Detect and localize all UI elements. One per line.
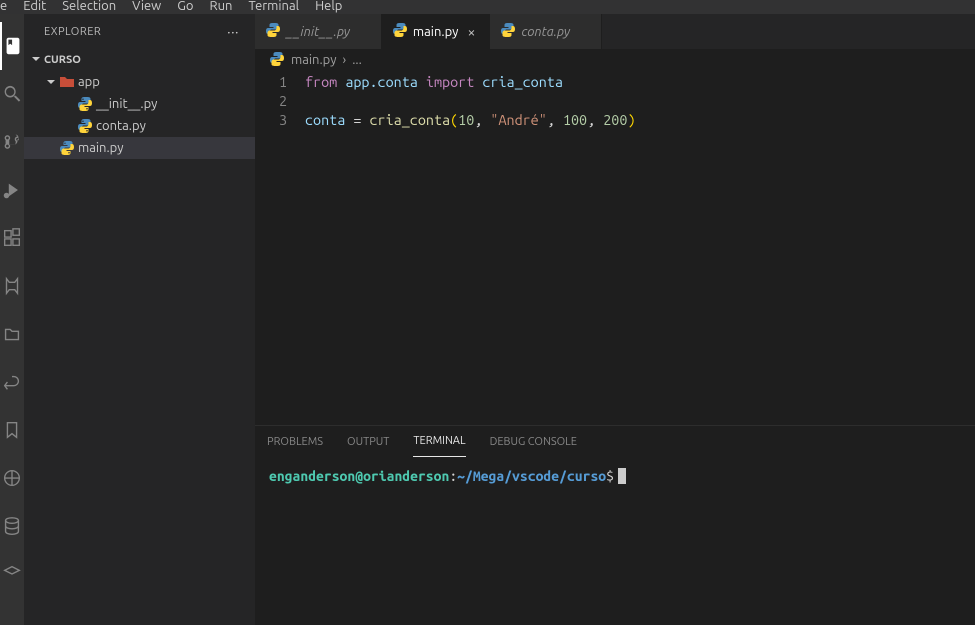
panel-tab-debug-console[interactable]: DEBUG CONSOLE <box>490 430 577 457</box>
menu-selection[interactable]: Selection <box>54 0 124 13</box>
activity-database-icon[interactable] <box>0 502 24 550</box>
menu-run[interactable]: Run <box>202 0 241 13</box>
code-area[interactable]: from app.conta import cria_conta conta =… <box>305 73 975 425</box>
terminal-path: ~/Mega/vscode/curso <box>457 468 606 484</box>
tree-item-label: main.py <box>78 141 124 155</box>
sidebar-section-header[interactable]: CURSO <box>24 49 255 71</box>
sidebar: EXPLORER ··· CURSO app <box>24 14 255 625</box>
activity-explorer-icon[interactable] <box>0 22 24 70</box>
tree-folder-app[interactable]: app <box>24 71 255 93</box>
activity-generic-icon-3[interactable] <box>0 358 24 406</box>
line-number: 1 <box>255 73 287 92</box>
tree-file-conta[interactable]: conta.py <box>24 115 255 137</box>
chevron-down-icon <box>44 76 58 88</box>
close-icon[interactable]: × <box>463 24 479 40</box>
code-line-3: conta = cria_conta(10, "André", 100, 200… <box>305 111 975 130</box>
python-file-icon <box>392 22 408 41</box>
python-file-icon <box>58 140 76 156</box>
main-area: __init__.py × main.py × conta.py × <box>255 14 975 625</box>
menu-go[interactable]: Go <box>169 0 201 13</box>
python-file-icon <box>76 96 94 112</box>
tree-file-main[interactable]: main.py <box>24 137 255 159</box>
file-tree: app __init__.py conta.py <box>24 71 255 159</box>
bottom-panel: PROBLEMS OUTPUT TERMINAL DEBUG CONSOLE e… <box>255 425 975 625</box>
breadcrumb-more: ... <box>352 53 362 67</box>
terminal-dollar: $ <box>606 468 614 484</box>
code-line-1: from app.conta import cria_conta <box>305 73 975 92</box>
tab-label: __init__.py <box>286 25 350 39</box>
activity-generic-icon-2[interactable] <box>0 310 24 358</box>
sidebar-more-icon[interactable]: ··· <box>227 24 239 40</box>
python-file-icon <box>265 22 281 41</box>
panel-tab-output[interactable]: OUTPUT <box>347 430 389 457</box>
tabs-bar: __init__.py × main.py × conta.py × <box>255 14 975 49</box>
line-number: 2 <box>255 92 287 111</box>
activity-generic-icon-5[interactable] <box>0 550 24 598</box>
sidebar-section-label: CURSO <box>44 54 81 66</box>
breadcrumbs[interactable]: main.py › ... <box>255 49 975 71</box>
activity-extensions-icon[interactable] <box>0 214 24 262</box>
activity-search-icon[interactable] <box>0 70 24 118</box>
chevron-right-icon: › <box>343 53 347 67</box>
python-file-icon <box>500 22 516 41</box>
menu-help[interactable]: Help <box>307 0 350 13</box>
tab-label: conta.py <box>521 25 570 39</box>
menu-bar: e Edit Selection View Go Run Terminal He… <box>0 0 975 14</box>
activity-bar <box>0 14 24 625</box>
terminal[interactable]: enganderson@orianderson:~/Mega/vscode/cu… <box>255 460 975 625</box>
tree-item-label: __init__.py <box>96 97 157 111</box>
tree-item-label: app <box>78 75 100 89</box>
activity-bookmark-icon[interactable] <box>0 406 24 454</box>
tab-label: main.py <box>413 25 459 39</box>
tab-main[interactable]: main.py × <box>382 14 491 49</box>
tree-item-label: conta.py <box>96 119 146 133</box>
menu-edit[interactable]: Edit <box>15 0 54 13</box>
activity-generic-icon-4[interactable] <box>0 454 24 502</box>
menu-view[interactable]: View <box>124 0 169 13</box>
tree-file-init[interactable]: __init__.py <box>24 93 255 115</box>
breadcrumb-file: main.py <box>291 53 337 67</box>
panel-tab-terminal[interactable]: TERMINAL <box>413 429 465 457</box>
activity-debug-icon[interactable] <box>0 166 24 214</box>
terminal-user: enganderson@orianderson <box>269 468 449 484</box>
editor[interactable]: 1 2 3 from app.conta import cria_conta c… <box>255 71 975 425</box>
menu-remnant[interactable]: e <box>0 0 15 13</box>
panel-tab-problems[interactable]: PROBLEMS <box>267 430 323 457</box>
terminal-cursor <box>618 468 626 484</box>
code-line-2 <box>305 92 975 111</box>
activity-generic-icon-1[interactable] <box>0 262 24 310</box>
tab-init[interactable]: __init__.py × <box>255 14 382 49</box>
menu-terminal[interactable]: Terminal <box>240 0 307 13</box>
sidebar-header: EXPLORER ··· <box>24 14 255 49</box>
activity-scm-icon[interactable] <box>0 118 24 166</box>
folder-icon <box>58 75 76 89</box>
panel-tabs: PROBLEMS OUTPUT TERMINAL DEBUG CONSOLE <box>255 426 975 460</box>
line-number: 3 <box>255 111 287 130</box>
terminal-colon: : <box>449 468 457 484</box>
sidebar-title: EXPLORER <box>44 26 101 38</box>
python-file-icon <box>76 118 94 134</box>
tab-conta[interactable]: conta.py × <box>490 14 602 49</box>
chevron-down-icon <box>30 53 42 68</box>
gutter: 1 2 3 <box>255 73 305 425</box>
python-file-icon <box>269 51 285 70</box>
